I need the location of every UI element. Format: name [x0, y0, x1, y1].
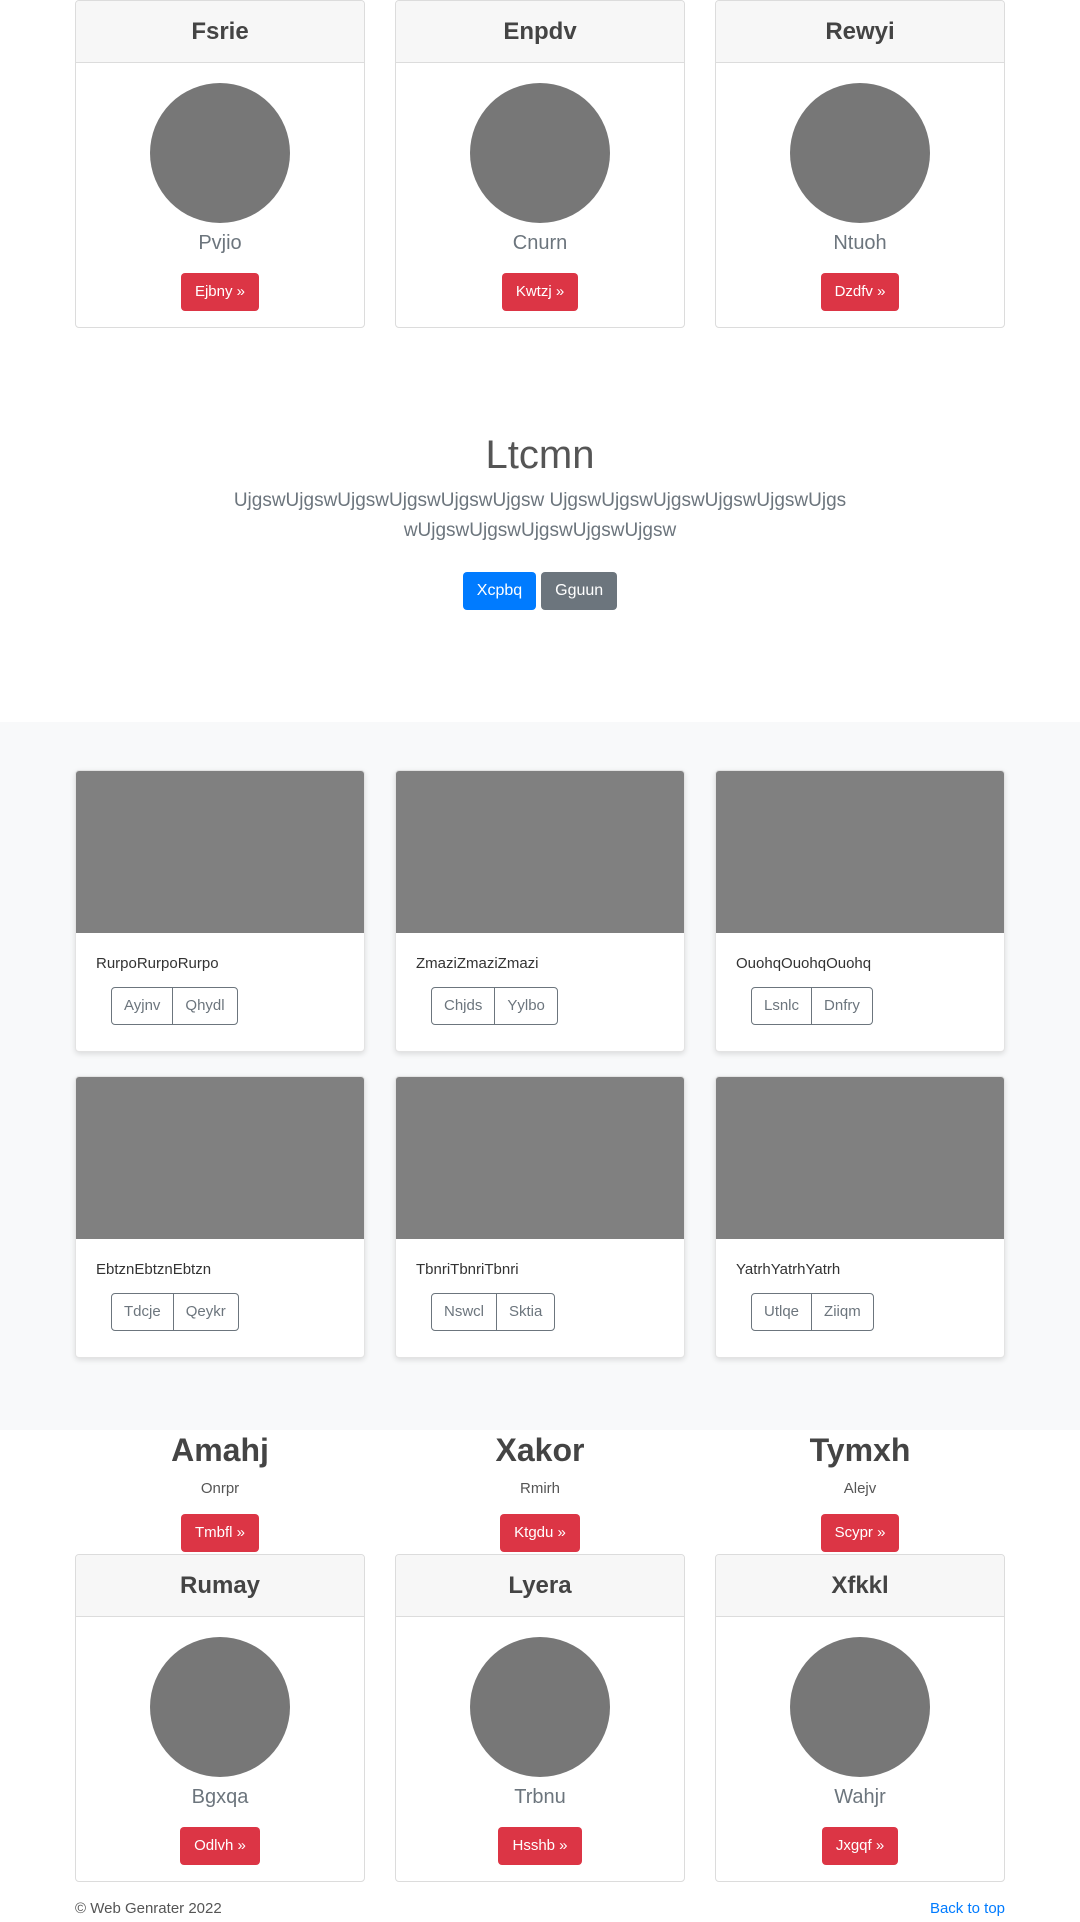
copyright-text: © Web Genrater 2022 [75, 1900, 222, 1917]
profile-cards-bottom: Rumay Bgxqa Odlvh » Lyera Trbnu Hsshb » … [75, 1554, 1005, 1882]
thumbnail-image [76, 771, 364, 933]
profile-button[interactable]: Hsshb » [498, 1827, 582, 1865]
avatar [150, 1637, 290, 1777]
button-group: Utlqe Ziiqm [751, 1293, 874, 1331]
feature-button[interactable]: Tmbfl » [180, 1514, 259, 1552]
card-button[interactable]: Sktia [496, 1294, 554, 1330]
feature-subtitle: Rmirh [520, 1480, 560, 1497]
card-button[interactable]: Dnfry [811, 988, 872, 1024]
profile-card: Enpdv Cnurn Kwtzj » [395, 0, 685, 328]
hero-section: Ltcmn UjgswUjgswUjgswUjgswUjgswUjgsw Ujg… [0, 430, 1080, 610]
card-title: Lyera [396, 1555, 684, 1617]
card-title: Enpdv [396, 1, 684, 63]
features-row: Amahj Onrpr Tmbfl » Xakor Rmirh Ktgdu » … [75, 1430, 1005, 1552]
avatar [790, 83, 930, 223]
feature-subtitle: Alejv [843, 1480, 877, 1497]
album-card: RurpoRurpoRurpo Ayjnv Qhydl [75, 770, 365, 1052]
card-text: TbnriTbnriTbnri [416, 1261, 519, 1278]
card-button[interactable]: Nswcl [432, 1294, 496, 1330]
card-button[interactable]: Qeykr [172, 1294, 238, 1330]
profile-name: Trbnu [514, 1786, 566, 1808]
card-button[interactable]: Ayjnv [112, 988, 172, 1024]
thumbnail-image [716, 1077, 1004, 1239]
album-card: ZmaziZmaziZmazi Chjds Yylbo [395, 770, 685, 1052]
hero-primary-button[interactable]: Xcpbq [462, 572, 537, 610]
hero-lead: UjgswUjgswUjgswUjgswUjgswUjgsw UjgswUjgs… [233, 490, 847, 541]
album-card: EbtznEbtznEbtzn Tdcje Qeykr [75, 1076, 365, 1358]
avatar [790, 1637, 930, 1777]
feature-column: Xakor Rmirh Ktgdu » [395, 1430, 685, 1552]
hero-buttons: Xcpbq Gguun [0, 572, 1080, 610]
profile-button[interactable]: Ejbny » [180, 273, 260, 311]
profile-card: Rumay Bgxqa Odlvh » [75, 1554, 365, 1882]
profile-name: Pvjio [198, 232, 242, 254]
thumbnail-image [716, 771, 1004, 933]
profile-button[interactable]: Odlvh » [180, 1827, 260, 1865]
thumbnail-image [396, 1077, 684, 1239]
profile-card: Rewyi Ntuoh Dzdfv » [715, 0, 1005, 328]
thumbnail-image [396, 771, 684, 933]
button-group: Ayjnv Qhydl [111, 987, 238, 1025]
button-group: Nswcl Sktia [431, 1293, 556, 1331]
thumbnail-image [76, 1077, 364, 1239]
profile-button[interactable]: Jxgqf » [821, 1827, 899, 1865]
card-text: YatrhYatrhYatrh [736, 1261, 841, 1278]
avatar [470, 1637, 610, 1777]
avatar [150, 83, 290, 223]
button-group: Lsnlc Dnfry [751, 987, 873, 1025]
album-row: RurpoRurpoRurpo Ayjnv Qhydl ZmaziZmaziZm… [75, 770, 1005, 1052]
profile-button[interactable]: Kwtzj » [501, 273, 579, 311]
card-button[interactable]: Tdcje [112, 1294, 173, 1330]
profile-card: Xfkkl Wahjr Jxgqf » [715, 1554, 1005, 1882]
profile-card: Lyera Trbnu Hsshb » [395, 1554, 685, 1882]
feature-subtitle: Onrpr [200, 1480, 240, 1497]
card-title: Rewyi [716, 1, 1004, 63]
feature-title: Tymxh [809, 1432, 911, 1468]
profile-card: Fsrie Pvjio Ejbny » [75, 0, 365, 328]
card-button[interactable]: Utlqe [752, 1294, 811, 1330]
feature-button[interactable]: Ktgdu » [500, 1514, 580, 1552]
feature-column: Tymxh Alejv Scypr » [715, 1430, 1005, 1552]
album-card: YatrhYatrhYatrh Utlqe Ziiqm [715, 1076, 1005, 1358]
album-card: OuohqOuohqOuohq Lsnlc Dnfry [715, 770, 1005, 1052]
card-button[interactable]: Yylbo [494, 988, 557, 1024]
profile-cards-top: Fsrie Pvjio Ejbny » Enpdv Cnurn Kwtzj » … [75, 0, 1005, 328]
card-title: Rumay [76, 1555, 364, 1617]
card-title: Xfkkl [716, 1555, 1004, 1617]
card-button[interactable]: Qhydl [172, 988, 236, 1024]
card-text: EbtznEbtznEbtzn [96, 1261, 212, 1278]
hero-title: Ltcmn [485, 433, 595, 477]
profile-name: Bgxqa [191, 1786, 249, 1808]
card-text: ZmaziZmaziZmazi [416, 955, 539, 972]
card-button[interactable]: Lsnlc [752, 988, 811, 1024]
button-group: Chjds Yylbo [431, 987, 558, 1025]
card-text: OuohqOuohqOuohq [736, 955, 872, 972]
feature-button[interactable]: Scypr » [820, 1514, 900, 1552]
card-title: Fsrie [76, 1, 364, 63]
avatar [470, 83, 610, 223]
album-card: TbnriTbnriTbnri Nswcl Sktia [395, 1076, 685, 1358]
profile-name: Cnurn [512, 232, 568, 254]
card-button[interactable]: Ziiqm [811, 1294, 873, 1330]
feature-column: Amahj Onrpr Tmbfl » [75, 1430, 365, 1552]
album-row: EbtznEbtznEbtzn Tdcje Qeykr TbnriTbnriTb… [75, 1076, 1005, 1358]
album-section: RurpoRurpoRurpo Ayjnv Qhydl ZmaziZmaziZm… [0, 722, 1080, 1430]
profile-name: Wahjr [834, 1786, 886, 1808]
profile-button[interactable]: Dzdfv » [820, 273, 900, 311]
button-group: Tdcje Qeykr [111, 1293, 239, 1331]
hero-secondary-button[interactable]: Gguun [541, 572, 618, 610]
feature-title: Xakor [495, 1432, 585, 1468]
profile-name: Ntuoh [833, 232, 887, 254]
card-text: RurpoRurpoRurpo [96, 955, 219, 972]
back-to-top-link[interactable]: Back to top [930, 1898, 1005, 1920]
footer: © Web Genrater 2022 Back to top [75, 1898, 1005, 1920]
feature-title: Amahj [171, 1432, 269, 1468]
card-button[interactable]: Chjds [432, 988, 494, 1024]
